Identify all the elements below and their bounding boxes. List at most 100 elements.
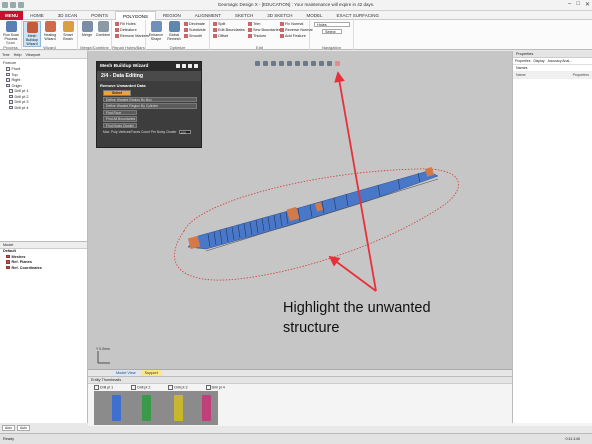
find-floor-button[interactable]: Find Floor (103, 109, 137, 115)
fix-normal-button[interactable]: Fix Normal (280, 22, 303, 26)
status-toggle-2[interactable]: Auto (16, 425, 30, 431)
mesh-wizard-icon (26, 22, 38, 33)
split-button[interactable]: Split (213, 22, 225, 26)
tab-properties[interactable]: Properties (515, 59, 530, 63)
origin-icon (6, 83, 10, 88)
smooth-button[interactable]: Smooth (184, 34, 202, 38)
thumbnail-4[interactable] (202, 395, 211, 421)
tab-points[interactable]: POINTS (84, 11, 115, 20)
navigation-type-select[interactable]: Holes (314, 22, 350, 27)
healing-wizard-button[interactable]: Healing Wizard (41, 21, 59, 41)
tab-home[interactable]: HOME (23, 11, 51, 20)
enhance-shape-button[interactable]: Enhance Shape (147, 21, 165, 41)
annotation-arrow (334, 71, 377, 292)
close-icon[interactable] (194, 64, 198, 68)
add-feature-button[interactable]: Add Feature (280, 34, 306, 38)
thumbnail-label-2[interactable]: Drill pt 2 (131, 385, 150, 390)
mesh-buildup-wizard-button[interactable]: Mesh Buildup Wizard (23, 21, 41, 47)
find-noisy-cluster-button[interactable]: Find Noisy Cluster (103, 122, 137, 128)
back-icon[interactable] (176, 64, 180, 68)
combine-button[interactable]: Combine (94, 21, 112, 37)
smart-brush-button[interactable]: Smart Brush (59, 21, 77, 41)
tab-3d-sketch[interactable]: 3D SKETCH (260, 11, 299, 20)
left-panel-tabs: Tree Help Viewport (0, 51, 87, 59)
group-wizard: Mesh Buildup Wizard Healing Wizard Smart… (22, 20, 78, 50)
group-scan-process: Run Scan Process Scan Process (0, 20, 22, 50)
tab-help[interactable]: Help (14, 53, 22, 57)
wizard-title-bar: Mesh Buildup Wizard (97, 62, 201, 71)
minimize-icon[interactable]: – (568, 1, 571, 8)
annotation-arrow (328, 255, 377, 292)
tab-accuracy[interactable]: Accuracy Anal... (548, 59, 572, 63)
close-window-icon[interactable]: ✕ (585, 1, 590, 8)
wizard-controls (176, 64, 198, 69)
model-tree: Model Default Meshes Ref. Planes Ref. Co… (0, 242, 87, 271)
wizard-section-title: Remove Unwanted Data (100, 83, 146, 88)
tab-exact-surfacing[interactable]: EXACT SURFACING (330, 11, 386, 20)
sew-boundaries-button[interactable]: Sew Boundaries (248, 28, 281, 32)
tab-menu[interactable]: MENU (0, 10, 24, 20)
title-bar: Geomagic Design X - [EDUCATION] : Your m… (0, 0, 592, 11)
tab-display[interactable]: Display (533, 59, 544, 63)
thicken-button[interactable]: Thicken (248, 34, 266, 38)
run-scan-process-button[interactable]: Run Scan Process (2, 21, 20, 41)
noisy-cluster-threshold-row: Max. Poly-Vertices/Faces Count Per Noisy… (103, 130, 197, 135)
coordinates-icon (6, 265, 10, 270)
decimate-button[interactable]: Decimate (184, 22, 205, 26)
global-remesh-button[interactable]: Global Remesh (165, 21, 183, 41)
noisy-cluster-threshold-input[interactable]: 100 (179, 130, 192, 135)
tab-viewport[interactable]: Viewport (25, 53, 40, 57)
tab-alignment[interactable]: ALIGNMENT (188, 11, 228, 20)
axes-label: Y 0.0mm (96, 347, 110, 351)
tab-sketch[interactable]: SKETCH (228, 11, 260, 20)
thumbnail-1[interactable] (112, 395, 121, 421)
drill-point-icon (9, 105, 13, 110)
properties-filter[interactable]: Names (513, 65, 592, 72)
thumbnail-2[interactable] (142, 395, 151, 421)
navigation-select-button[interactable]: Select (322, 29, 342, 34)
tab-3d-scan[interactable]: 3D SCAN (51, 11, 85, 20)
mesh-buildup-wizard-panel: Mesh Buildup Wizard 2/4 - Data Editing R… (96, 61, 202, 148)
group-repair: Fill Holes Defeature Remove Markers Repa… (112, 20, 149, 50)
viewport-tabs: Model View Support (88, 369, 512, 376)
model-tree-header: Model (0, 242, 87, 249)
select-button[interactable]: Select (103, 90, 131, 96)
define-region-cylinder-button[interactable]: Define Wanted Region By Cylinder (103, 103, 197, 109)
thumbnail-strip (94, 391, 218, 425)
group-navigation: Holes Select Navigation (310, 20, 354, 50)
scan-icon (5, 21, 17, 32)
tab-tree[interactable]: Tree (2, 53, 10, 57)
defeature-button[interactable]: Defeature (115, 28, 137, 32)
next-icon[interactable] (182, 64, 186, 68)
fill-holes-button[interactable]: Fill Holes (115, 22, 136, 26)
enhance-icon (150, 21, 162, 32)
find-all-boundaries-button[interactable]: Find All Boundaries (103, 116, 137, 122)
ok-icon[interactable] (188, 64, 192, 68)
plane-icon (6, 78, 10, 82)
thumbnail-label-1[interactable]: Drill pt 1 (94, 385, 113, 390)
tree-item-drill-pt-4[interactable]: Drill pt 4 (0, 106, 87, 112)
thumbnail-label-3[interactable]: Drill pt 3 (168, 385, 187, 390)
tree-item-ref-coordinates[interactable]: Ref. Coordinates (0, 266, 87, 272)
ribbon: Run Scan Process Scan Process Mesh Build… (0, 20, 592, 50)
axes-indicator (97, 351, 110, 364)
properties-tabs: Properties Display Accuracy Anal... (513, 58, 592, 65)
edit-boundaries-button[interactable]: Edit Boundaries (213, 28, 245, 32)
remove-markers-button[interactable]: Remove Markers (115, 34, 149, 38)
thumbnail-label-4[interactable]: Drill pt 4 (206, 385, 225, 390)
subdivide-button[interactable]: Subdivide (184, 28, 206, 32)
thumbnail-3[interactable] (174, 395, 183, 421)
maximize-icon[interactable]: □ (576, 1, 580, 8)
offset-button[interactable]: Offset (213, 34, 228, 38)
tab-region[interactable]: REGION (156, 11, 188, 20)
group-merge-combine: Merge Combine Merge/Combine (78, 20, 112, 50)
status-time: 0:11:140 (565, 437, 581, 441)
tab-polygons[interactable]: POLYGONS (115, 10, 156, 20)
trim-button[interactable]: Trim (248, 22, 260, 26)
status-toggle-1[interactable]: Auto (2, 425, 15, 431)
define-region-box-button[interactable]: Define Wanted Region By Box (103, 96, 197, 102)
remesh-icon (168, 21, 180, 32)
reverse-normal-button[interactable]: Reverse Normal (280, 28, 312, 32)
window-controls[interactable]: – □ ✕ (568, 1, 590, 8)
tab-model[interactable]: MODEL (300, 11, 330, 20)
